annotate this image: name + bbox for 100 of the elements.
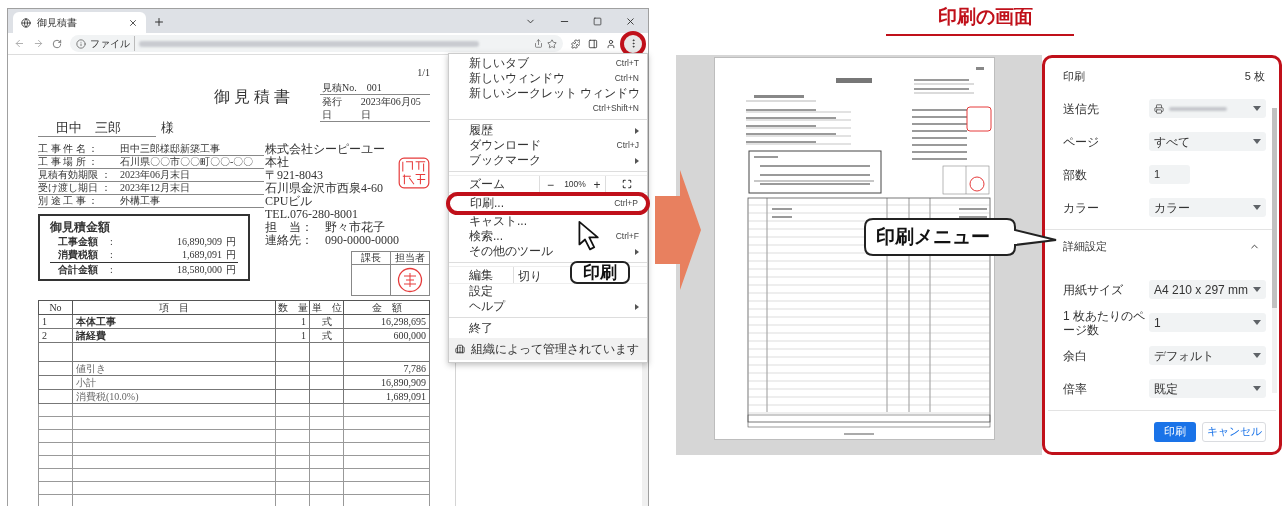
cancel-button[interactable]: キャンセル <box>1202 421 1266 442</box>
estimate-amount: 16,890,909 <box>176 235 222 248</box>
menu-item[interactable]: 新しいウィンドウ Ctrl+N <box>449 71 647 86</box>
dropdown-caret-icon <box>1253 320 1261 325</box>
select-field[interactable]: 既定 <box>1149 379 1266 398</box>
zoom-in-button[interactable]: + <box>589 176 605 192</box>
menu-item[interactable]: 終了 <box>449 321 647 336</box>
company-info: 担 当： 野々市花子 <box>265 221 386 234</box>
detail-value: 田中三郎様邸新築工事 <box>120 143 220 155</box>
print-button[interactable]: 印刷 <box>1154 421 1196 442</box>
seal-stamp-icon <box>397 267 423 293</box>
globe-icon <box>21 17 31 28</box>
advanced-settings-toggle[interactable]: 詳細設定 <box>1063 230 1272 263</box>
meta-value: 2023年06月05日 <box>360 95 422 121</box>
copies-input[interactable]: 1 <box>1149 165 1190 184</box>
company-info: 本社 <box>265 156 290 169</box>
table-cell: 1,689,091 <box>343 389 430 404</box>
table-cell: 2 <box>38 328 73 343</box>
column-header: No <box>38 300 73 315</box>
cursor-arrow-icon <box>578 220 602 252</box>
table-cell: 諸経費 <box>72 328 276 343</box>
close-icon[interactable] <box>625 15 636 27</box>
estimate-unit: 円 <box>226 235 236 248</box>
table-cell: 値引き <box>72 361 276 376</box>
menu-item[interactable]: 設定 <box>449 284 647 299</box>
profile-icon[interactable] <box>606 38 617 49</box>
zoom-out-button[interactable]: − <box>539 176 561 192</box>
select-field[interactable]: カラー <box>1149 198 1266 217</box>
table-cell: 小計 <box>72 375 276 390</box>
select-field[interactable]: 1 <box>1149 313 1266 332</box>
dropdown-caret-icon <box>1253 139 1261 144</box>
menu-item[interactable]: 検索... Ctrl+F <box>449 229 647 244</box>
section-title: 印刷の画面 <box>936 5 1033 29</box>
menu-item[interactable]: ヘルプ <box>449 299 647 314</box>
detail-label: 工 事 件 名 ： <box>38 143 99 155</box>
submenu-arrow-icon <box>635 157 639 164</box>
table-cell: 16,298,695 <box>343 314 430 329</box>
fullscreen-icon[interactable] <box>621 179 632 189</box>
company-info: 〒921-8043 <box>265 169 324 182</box>
select-field[interactable]: デフォルト <box>1149 346 1266 365</box>
menu-item[interactable]: キャスト... <box>449 214 647 229</box>
dropdown-caret-icon <box>1253 287 1261 292</box>
dropdown-caret-icon <box>1253 353 1261 358</box>
table-cell: 1 <box>275 314 310 329</box>
table-cell: 1 <box>38 314 73 329</box>
close-icon[interactable] <box>128 17 138 28</box>
setting-label: 送信先 <box>1063 101 1100 116</box>
table-cell: 式 <box>309 314 344 329</box>
table-cell: 式 <box>309 328 344 343</box>
table-cell: 600,000 <box>343 328 430 343</box>
approval-label: 課長 <box>352 252 390 265</box>
edit-action-button[interactable]: 切り <box>513 267 553 283</box>
select-field[interactable]: A4 210 x 297 mm <box>1149 280 1266 299</box>
seal-stamp-icon <box>398 157 430 189</box>
setting-label: カラー <box>1063 200 1100 215</box>
menu-item[interactable]: 履歴 <box>449 123 647 138</box>
new-tab-icon[interactable] <box>153 16 165 28</box>
estimate-colon: : <box>110 235 114 248</box>
side-panel-icon[interactable] <box>588 38 599 49</box>
right-arrow-icon <box>655 170 701 290</box>
table-cell: 16,890,909 <box>343 375 430 390</box>
dropdown-caret-icon <box>1253 106 1261 111</box>
estimate-title: 御見積金額 <box>50 219 111 235</box>
detail-value: 外構工事 <box>120 195 160 207</box>
column-header: 数 量 <box>275 300 310 315</box>
table-cell: 消費税(10.0%) <box>72 389 276 404</box>
menu-item[interactable]: ダウンロード Ctrl+J <box>449 138 647 153</box>
puzzle-icon[interactable] <box>570 38 581 49</box>
document-title: 御見積書 <box>214 87 294 107</box>
blurred-printer-name <box>1169 106 1227 111</box>
printer-select[interactable] <box>1149 99 1266 118</box>
menu-button[interactable] <box>624 34 642 53</box>
address-bar[interactable]: ファイル <box>69 35 563 52</box>
reload-icon[interactable] <box>51 38 62 49</box>
detail-label: 受け渡し期日 ： <box>38 182 112 194</box>
column-header: 金 額 <box>343 300 430 315</box>
estimate-colon: : <box>110 248 114 261</box>
setting-label: 用紙サイズ <box>1063 282 1124 297</box>
maximize-icon[interactable] <box>593 16 602 26</box>
share-icon[interactable] <box>533 39 543 48</box>
column-header: 項 目 <box>72 300 276 315</box>
menu-item[interactable]: 新しいシークレット ウィンドウ Ctrl+Shift+N <box>449 86 647 116</box>
company-info: TEL.076-280-8001 <box>265 208 359 221</box>
star-icon[interactable] <box>546 38 557 49</box>
menu-item[interactable]: 新しいタブ Ctrl+T <box>449 56 647 71</box>
menu-item-label: 編集 <box>468 267 494 284</box>
dropdown-caret-icon <box>1253 205 1261 210</box>
table-cell: 1 <box>275 328 310 343</box>
menu-item[interactable]: ブックマーク <box>449 153 647 168</box>
estimate-colon: : <box>110 263 114 276</box>
column-header: 単 位 <box>309 300 344 315</box>
setting-label: 余白 <box>1063 348 1088 363</box>
sheet-count: 5 枚 <box>1244 68 1265 84</box>
menu-item[interactable]: その他のツール <box>449 244 647 259</box>
recipient-name: 田中 三郎 <box>56 120 121 136</box>
managed-notice: 組織によって管理されています <box>471 341 639 358</box>
browser-tab[interactable]: 御見積書 <box>13 12 146 33</box>
select-field[interactable]: すべて <box>1149 132 1266 151</box>
detail-value: 2023年12月末日 <box>120 182 190 194</box>
dialog-title: 印刷 <box>1063 68 1085 84</box>
